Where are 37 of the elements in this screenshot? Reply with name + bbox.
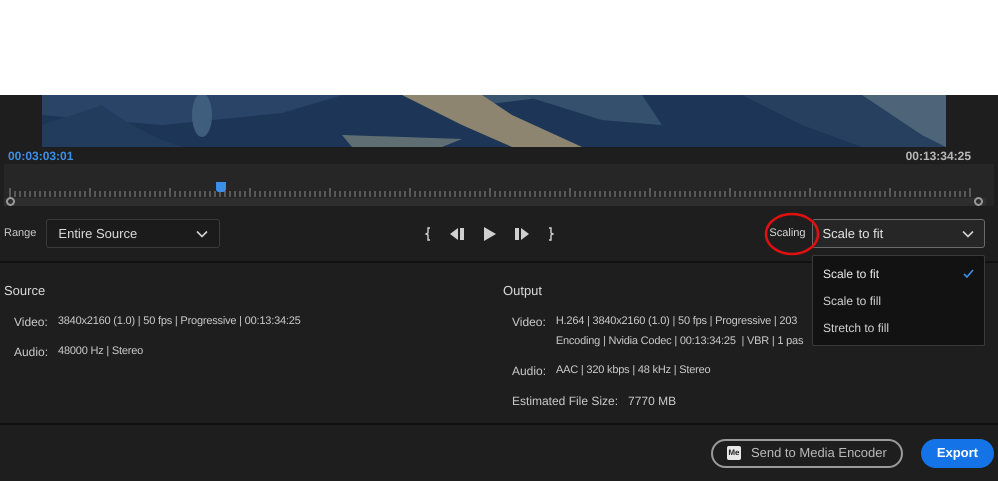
info-label: Audio: [14,344,48,360]
info-value: AAC | 320 kbps | 48 kHz | Stereo [556,362,710,378]
info-label: Video: [512,314,546,330]
scaling-label: Scaling [769,226,806,242]
export-button[interactable]: Export [920,438,994,468]
in-point-handle[interactable] [6,197,15,206]
play-icon[interactable] [483,226,496,240]
out-point-handle[interactable] [974,197,983,206]
current-time: 00:03:03:01 [8,148,74,164]
mark-out-icon[interactable] [548,226,554,240]
scaling-option[interactable]: Scale to fill [813,287,984,314]
info-label: Video: [14,314,48,330]
info-label: Audio: [512,362,546,380]
range-label: Range [4,226,36,242]
range-dropdown[interactable]: Entire Source [46,219,220,248]
file-size-label: Estimated File Size: [512,392,618,410]
chevron-down-icon [962,230,974,238]
media-encoder-logo: Me [726,446,741,460]
step-forward-icon[interactable] [514,226,530,240]
scaling-dropdown[interactable]: Scale to fit [812,219,984,248]
info-value: 3840x2160 (1.0) | 50 fps | Progressive | 00:13:34:25 [58,314,301,328]
send-to-media-encoder-button[interactable]: Me Send to Media Encoder [710,438,903,468]
scaling-option[interactable]: Stretch to fill [813,314,984,341]
chevron-down-icon [196,230,208,238]
info-value: 48000 Hz | Stereo [58,344,144,358]
annotation-circle [763,211,821,257]
timeline-track[interactable] [4,164,994,206]
duration-time: 00:13:34:25 [906,148,971,164]
file-size-value: 7770 MB [628,392,676,410]
step-back-icon[interactable] [449,226,466,240]
scaling-option[interactable]: Scale to fit [813,260,984,287]
checkmark-icon [963,269,974,278]
mark-in-icon[interactable] [425,226,432,240]
playhead[interactable] [216,182,226,192]
info-value: Encoding | Nvidia Codec | 00:13:34:25 | VBR | 1 pas [556,334,804,349]
source-heading: Source [4,282,46,300]
info-value: H.264 | 3840x2160 (1.0) | 50 fps | Progressive | 203 [556,314,798,328]
